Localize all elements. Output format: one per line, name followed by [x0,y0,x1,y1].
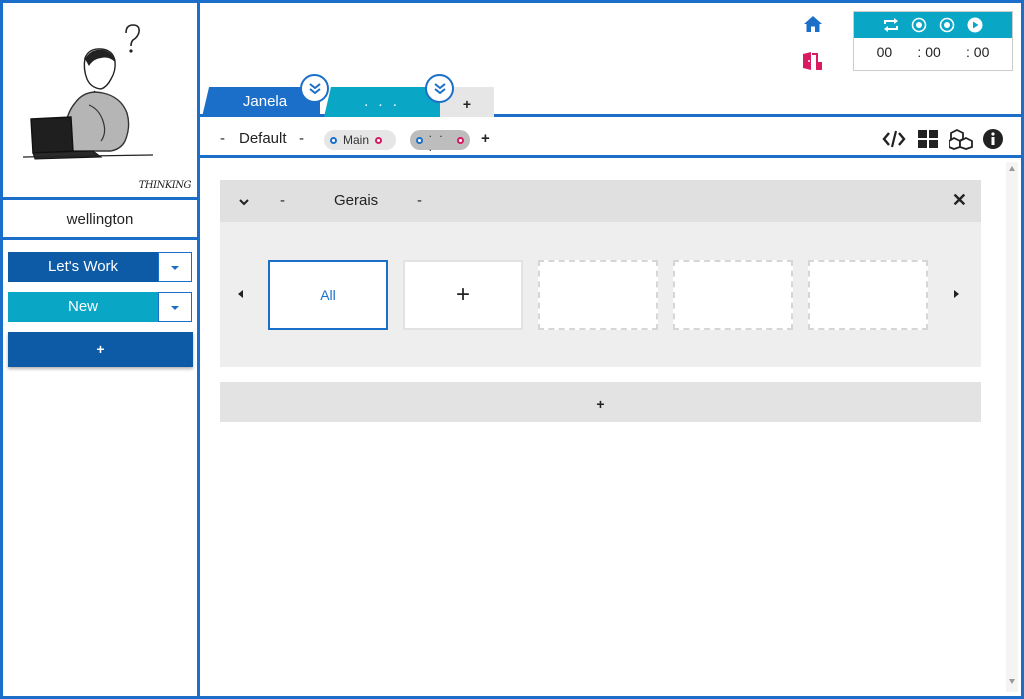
panel-header: - Gerais - ✕ [220,180,981,222]
pill-dot-icon [416,136,423,144]
panel-minus-left[interactable]: - [280,192,285,209]
main-content: - Gerais - ✕ All + + [200,158,1021,696]
session-timer: 00 : 00 : 00 [853,11,1013,71]
add-pill-button[interactable]: + [481,130,490,147]
new-dropdown-toggle[interactable] [158,292,192,322]
lets-work-split-button: Let's Work [8,252,192,282]
pill-more[interactable]: . . . [410,126,470,154]
new-split-button: New [8,292,192,322]
tab-more[interactable]: . . . [324,87,440,117]
play-icon[interactable] [966,16,984,34]
layout-minus-button[interactable]: - [299,130,304,147]
card-carousel: All + [220,222,981,367]
sidebar-add-button[interactable]: + [8,332,193,367]
scroll-down-icon[interactable] [1009,679,1015,684]
timer-seconds: : 00 [966,44,990,60]
illustration-caption: THINKING [138,180,192,191]
layout-name: Default [239,130,287,147]
card-all[interactable]: All [268,260,388,330]
thinking-person-illustration [22,24,154,160]
card-empty-slot[interactable] [673,260,793,330]
cubes-icon[interactable] [949,128,973,150]
exit-door-icon[interactable] [801,50,823,72]
pill-dot-icon [457,136,465,144]
pill-main[interactable]: Main [324,130,396,150]
panel-title: Gerais [334,192,379,209]
top-header: 00 : 00 : 00 Janela . . . + [200,3,1021,117]
repeat-icon[interactable] [882,16,900,34]
tab-janela-expand-icon[interactable] [300,74,329,103]
card-empty-slot[interactable] [808,260,928,330]
scroll-up-icon[interactable] [1009,166,1015,171]
timer-hours: 00 [876,44,893,60]
record-icon[interactable] [910,16,928,34]
code-icon[interactable] [882,128,906,150]
pill-main-label: Main [343,133,370,147]
remove-layout-button[interactable]: - [220,130,225,147]
user-illustration: THINKING [3,3,197,200]
card-empty-slot[interactable] [538,260,658,330]
close-icon[interactable]: ✕ [952,190,967,211]
record-icon[interactable] [938,16,956,34]
username: wellington [3,200,197,240]
caret-down-icon [171,266,179,270]
timer-minutes: : 00 [917,44,941,60]
carousel-prev-icon[interactable] [238,290,243,298]
grid-icon[interactable] [916,128,940,150]
home-icon[interactable] [803,14,823,34]
lets-work-button[interactable]: Let's Work [8,252,158,282]
timer-values: 00 : 00 : 00 [854,38,1012,60]
collapse-chevron-icon[interactable] [238,194,250,211]
vertical-scrollbar[interactable] [1006,162,1018,692]
lets-work-dropdown-toggle[interactable] [158,252,192,282]
timer-controls [854,12,1012,38]
left-sidebar: THINKING wellington Let's Work New + [0,0,200,699]
card-add-button[interactable]: + [403,260,523,330]
add-section-button[interactable]: + [220,382,981,422]
new-button[interactable]: New [8,292,158,322]
layout-toolbar: - Default - Main . . . + [200,120,1021,158]
pill-dot-icon [330,136,337,144]
pill-dot-icon [375,136,383,144]
window-tabs: Janela . . . + [200,74,600,117]
tab-more-expand-icon[interactable] [425,74,454,103]
caret-down-icon [171,306,179,310]
carousel-next-icon[interactable] [954,290,959,298]
pill-more-label: . . . [428,126,445,154]
group-panel-gerais: - Gerais - ✕ All + [220,180,981,367]
panel-minus-right[interactable]: - [417,192,422,209]
info-icon[interactable] [981,128,1005,150]
